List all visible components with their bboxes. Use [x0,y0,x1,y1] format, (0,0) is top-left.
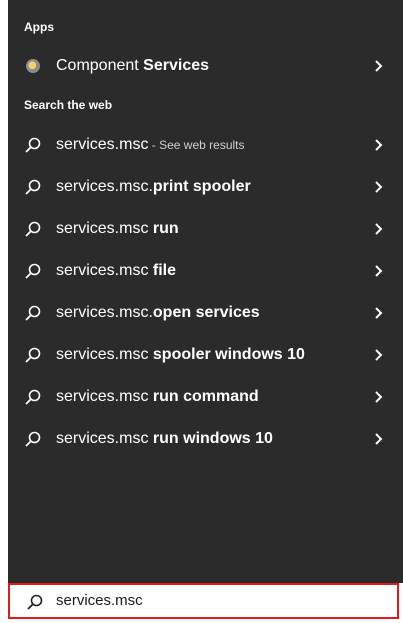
web-result-label: services.msc.open services [56,304,260,321]
web-result-row[interactable]: services.msc run [8,209,403,249]
chevron-right-icon[interactable] [373,177,385,197]
search-icon [25,305,41,321]
start-search-results-panel: Apps Component Services Search the web s… [8,0,403,583]
web-result-row[interactable]: services.msc.print spooler [8,167,403,207]
web-result-row[interactable]: services.msc - See web results [8,125,403,165]
app-result-component-services[interactable]: Component Services [8,46,403,86]
search-icon [27,594,43,610]
search-icon [25,347,41,363]
web-result-row[interactable]: services.msc run command [8,377,403,417]
chevron-right-icon[interactable] [373,56,385,76]
search-icon [25,389,41,405]
search-icon [25,137,41,153]
web-result-row[interactable]: services.msc.open services [8,293,403,333]
search-input[interactable] [56,585,356,617]
chevron-right-icon[interactable] [373,345,385,365]
chevron-right-icon[interactable] [373,387,385,407]
chevron-right-icon[interactable] [373,135,385,155]
search-icon [25,263,41,279]
search-icon [25,221,41,237]
web-result-label: services.msc.print spooler [56,178,251,195]
chevron-right-icon[interactable] [373,429,385,449]
web-section-header: Search the web [24,98,113,112]
web-result-label: services.msc run windows 10 [56,430,273,447]
chevron-right-icon[interactable] [373,303,385,323]
web-result-label: services.msc run [56,220,179,237]
web-result-row[interactable]: services.msc file [8,251,403,291]
search-icon [25,179,41,195]
chevron-right-icon[interactable] [373,219,385,239]
web-result-label: services.msc spooler windows 10 [56,346,305,363]
component-services-icon [26,59,40,73]
web-result-row[interactable]: services.msc spooler windows 10 [8,335,403,375]
web-result-label: services.msc file [56,262,177,279]
chevron-right-icon[interactable] [373,261,385,281]
taskbar-search-box[interactable] [8,583,399,619]
search-icon [25,431,41,447]
web-result-row[interactable]: services.msc run windows 10 [8,419,403,459]
app-result-label: Component Services [56,57,210,74]
web-result-label: services.msc - See web results [56,136,245,153]
apps-section-header: Apps [24,20,54,34]
web-result-label: services.msc run command [56,388,259,405]
